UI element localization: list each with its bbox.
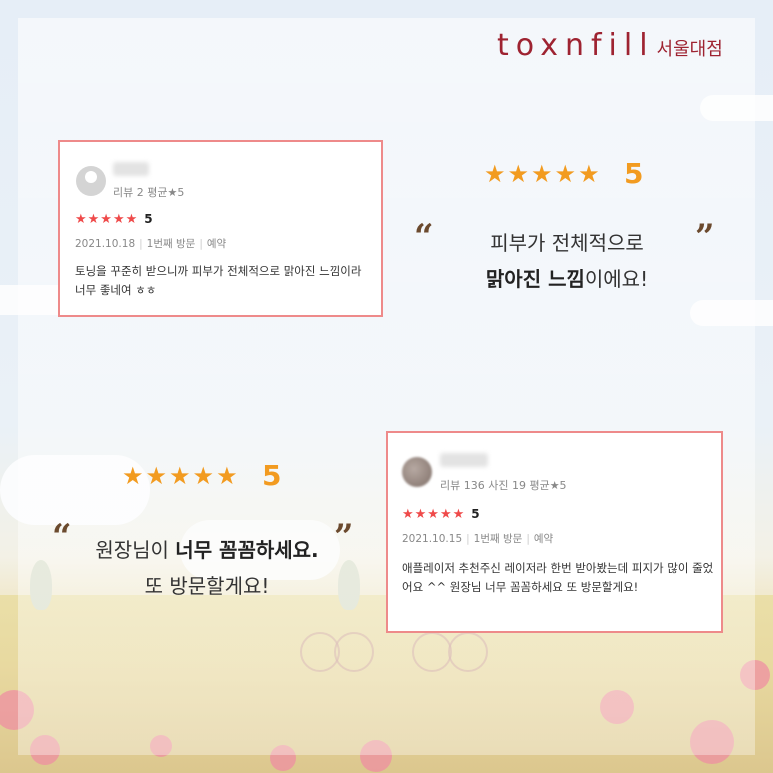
- review-banner: toxnfill 서울대점 리뷰 2 평균★5 ★★★★★ 5 2021.10.18…: [0, 0, 773, 773]
- reviewer-meta: 리뷰 2 평균★5: [113, 186, 185, 199]
- highlight-line: 맑아진 느낌이에요!: [452, 261, 682, 297]
- white-frame: [18, 18, 755, 755]
- highlight-quote-1: 피부가 전체적으로 맑아진 느낌이에요!: [452, 225, 682, 297]
- highlight-line: 또 방문할게요!: [144, 574, 270, 598]
- blurred-username: [440, 453, 488, 467]
- visit-count: 1번째 방문: [146, 238, 196, 250]
- visit-type: 예약: [206, 238, 227, 250]
- highlight-quote-2: 원장님이 너무 꼼꼼하세요. 또 방문할게요!: [72, 532, 342, 604]
- highlight-stars: ★★★★★: [484, 160, 602, 188]
- visit-type: 예약: [533, 533, 554, 545]
- highlight-line: 원장님이 너무 꼼꼼하세요.: [72, 532, 342, 568]
- brand-branch: 서울대점: [656, 39, 723, 60]
- visit-info: 2021.10.18 | 1번째 방문 | 예약: [75, 238, 227, 250]
- rating-score: 5: [471, 507, 480, 521]
- blurred-username: [113, 162, 149, 176]
- rating-score: 5: [144, 212, 153, 226]
- star-rating: ★★★★★ 5: [75, 212, 153, 227]
- star-rating: ★★★★★ 5: [402, 507, 480, 522]
- visit-date: 2021.10.15: [402, 533, 463, 545]
- review-card-2: 리뷰 136 사진 19 평균★5 ★★★★★ 5 2021.10.15 | 1번째 …: [386, 431, 723, 633]
- brand-logo: toxnfill: [497, 28, 655, 63]
- reviewer-meta: 리뷰 136 사진 19 평균★5: [440, 479, 567, 492]
- highlight-score: 5: [624, 157, 644, 190]
- close-quote: ”: [695, 217, 715, 257]
- review-text: 애플레이저 추천주신 레이저라 한번 받아봤는데 피지가 많이 줄었어요 ^^ …: [402, 561, 714, 594]
- highlight-pre: 원장님이: [95, 538, 176, 562]
- open-quote: “: [52, 517, 72, 557]
- visit-date: 2021.10.18: [75, 238, 136, 250]
- highlight-bold: 맑아진 느낌: [485, 267, 585, 291]
- highlight-rest: 이에요!: [584, 267, 649, 291]
- avatar: [402, 457, 432, 487]
- stars: ★★★★★: [75, 212, 139, 227]
- visit-info: 2021.10.15 | 1번째 방문 | 예약: [402, 533, 554, 545]
- stars: ★★★★★: [402, 507, 466, 522]
- highlight-bold: 너무 꼼꼼하세요.: [175, 538, 319, 562]
- review-text: 토닝을 꾸준히 받으니까 피부가 전체적으로 맑아진 느낌이라 너무 좋네여 ㅎ…: [75, 264, 362, 297]
- highlight-stars: ★★★★★: [122, 462, 240, 490]
- visit-count: 1번째 방문: [473, 533, 523, 545]
- highlight-line: 피부가 전체적으로: [490, 231, 644, 255]
- open-quote: “: [414, 217, 434, 257]
- review-card-1: 리뷰 2 평균★5 ★★★★★ 5 2021.10.18 | 1번째 방문 | 예약 토닝…: [58, 140, 383, 317]
- brand-header: toxnfill 서울대점: [497, 28, 747, 63]
- avatar: [76, 166, 106, 196]
- highlight-score: 5: [262, 459, 282, 492]
